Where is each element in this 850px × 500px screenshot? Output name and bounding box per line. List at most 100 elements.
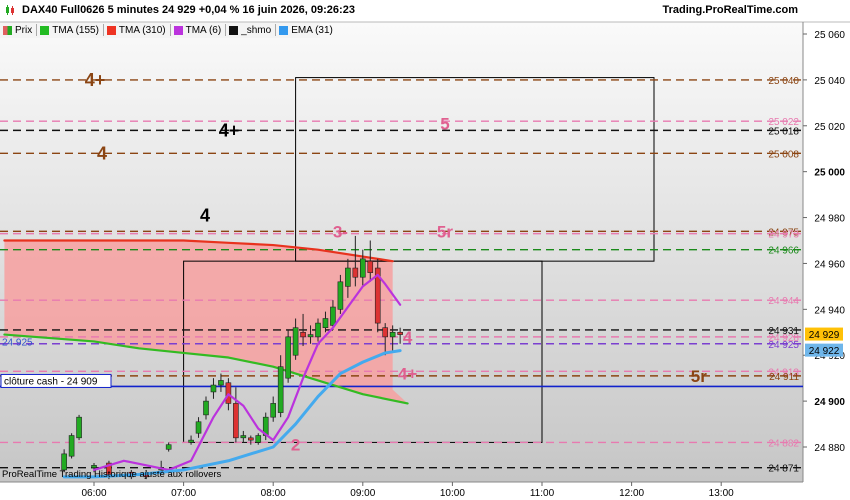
candle-body	[292, 327, 299, 356]
legend-item-tma6[interactable]: TMA (6)	[173, 24, 222, 36]
level-price-label: 24 973	[768, 230, 799, 241]
legend-swatch	[40, 25, 50, 35]
candle-body	[188, 439, 194, 443]
legend-separator	[36, 24, 38, 36]
legend-swatch	[106, 25, 116, 35]
candle-body	[389, 331, 396, 338]
legend-item-shmo[interactable]: _shmo	[229, 25, 271, 36]
legend-item-prix[interactable]: Prix	[3, 25, 32, 36]
candle-body	[285, 336, 291, 379]
level-text-marker: 5r	[437, 222, 453, 241]
candle-body	[359, 258, 366, 278]
legend-swatch	[173, 25, 183, 35]
x-tick-label: 07:00	[171, 488, 196, 499]
candle-body	[270, 403, 277, 418]
y-tick-label: 25 020	[814, 122, 845, 133]
level-tag: 4	[200, 205, 210, 225]
candle-body	[61, 453, 67, 471]
current-price-badge-text: 24 929	[809, 330, 840, 341]
site-name: Trading.ProRealTime.com	[662, 4, 798, 16]
candle-body	[307, 334, 314, 338]
candle-body	[367, 260, 374, 273]
legend-separator	[225, 24, 227, 36]
candle-body	[345, 267, 351, 287]
level-text-marker: 3-	[333, 222, 348, 241]
cloture-cash-label: clôture cash - 24 909	[4, 376, 98, 387]
level-tag: 4+	[219, 120, 240, 140]
legend-item-tma310[interactable]: TMA (310)	[106, 25, 166, 36]
legend-swatch	[279, 25, 289, 35]
y-tick-label: 24 980	[814, 214, 845, 225]
price-chart[interactable]: 25 0404+25 02225 0184+25 008424 975424 9…	[0, 0, 850, 500]
x-tick-label: 10:00	[440, 488, 465, 499]
candle-body	[255, 435, 262, 443]
candle-body	[203, 400, 209, 416]
candle-body	[315, 322, 321, 338]
legend-label: Prix	[15, 24, 33, 36]
candle-body	[352, 267, 359, 278]
candle-body	[233, 403, 239, 439]
level-text-marker: 5r	[691, 367, 707, 386]
candle-body	[210, 384, 217, 393]
candle-body	[248, 437, 254, 441]
x-tick-label: 13:00	[709, 488, 734, 499]
legend-item-ema31[interactable]: EMA (31)	[279, 25, 333, 36]
y-tick-label: 24 900	[814, 397, 845, 408]
y-tick-label: 24 880	[814, 443, 845, 454]
level-tag: 4	[97, 143, 107, 163]
x-tick-label: 11:00	[530, 488, 555, 499]
level-price-label: 25 018	[768, 126, 799, 137]
level-price-label: 24 966	[768, 246, 799, 257]
y-tick-label: 25 000	[814, 168, 845, 179]
legend-swatch	[3, 25, 12, 35]
level-text-marker: 4	[403, 328, 413, 347]
candle-body	[337, 281, 344, 310]
indicator-legend: Prix TMA (155) TMA (310) TMA (6) _shmo E…	[0, 22, 337, 38]
level-price-label: 24 925	[768, 340, 799, 351]
legend-label: TMA (6)	[185, 24, 222, 36]
candle-body	[225, 382, 232, 404]
candle-body	[240, 435, 247, 439]
legend-separator	[102, 24, 104, 36]
candlestick-logo-icon	[6, 5, 14, 15]
legend-label: _shmo	[241, 24, 272, 36]
legend-label: TMA (155)	[52, 24, 99, 36]
current-price-badge-text: 24 922	[809, 346, 840, 357]
y-tick-label: 25 060	[814, 30, 845, 41]
candle-body	[165, 444, 172, 450]
chart-window: 25 040 4+ 25 022 25 018 4+ 25 008 4 24 975 4 24 9…	[0, 0, 850, 500]
legend-label: EMA (31)	[291, 24, 333, 36]
x-tick-label: 12:00	[619, 488, 644, 499]
legend-separator	[169, 24, 171, 36]
x-tick-label: 08:00	[261, 488, 286, 499]
candle-body	[91, 465, 97, 468]
level-text-marker: 2	[291, 436, 300, 455]
x-tick-label: 09:00	[350, 488, 375, 499]
y-tick-label: 25 040	[814, 76, 845, 87]
candle-body	[277, 366, 284, 413]
candle-body	[68, 435, 75, 457]
candle-body	[330, 306, 336, 326]
level-price-label: 25 008	[768, 149, 799, 160]
level-price-label: 24 944	[768, 296, 799, 307]
level-price-label: 24 911	[769, 372, 799, 383]
chart-title: DAX40 Full0626 5 minutes 24 929 +0,04 % …	[22, 4, 355, 16]
level-tag: 4+	[85, 70, 106, 90]
level-text-marker: 4+	[398, 365, 417, 384]
candle-body	[322, 318, 329, 328]
level-price-label: 25 040	[768, 76, 799, 87]
legend-item-tma155[interactable]: TMA (155)	[40, 25, 99, 36]
candle-body	[300, 331, 306, 338]
y-tick-label: 24 960	[814, 259, 845, 270]
candle-body	[195, 421, 202, 434]
legend-separator	[275, 24, 277, 36]
chart-footer: ProRealTime Trading Historique ajusté au…	[2, 469, 222, 480]
level-text-marker: 5	[440, 114, 449, 133]
legend-swatch	[229, 25, 239, 35]
level-price-label: 24 871	[768, 464, 799, 475]
candle-body	[218, 380, 224, 386]
x-tick-label: 06:00	[81, 488, 106, 499]
left-price-label: 24 925	[2, 337, 33, 348]
y-tick-label: 24 940	[814, 305, 845, 316]
candle-body	[382, 327, 389, 338]
